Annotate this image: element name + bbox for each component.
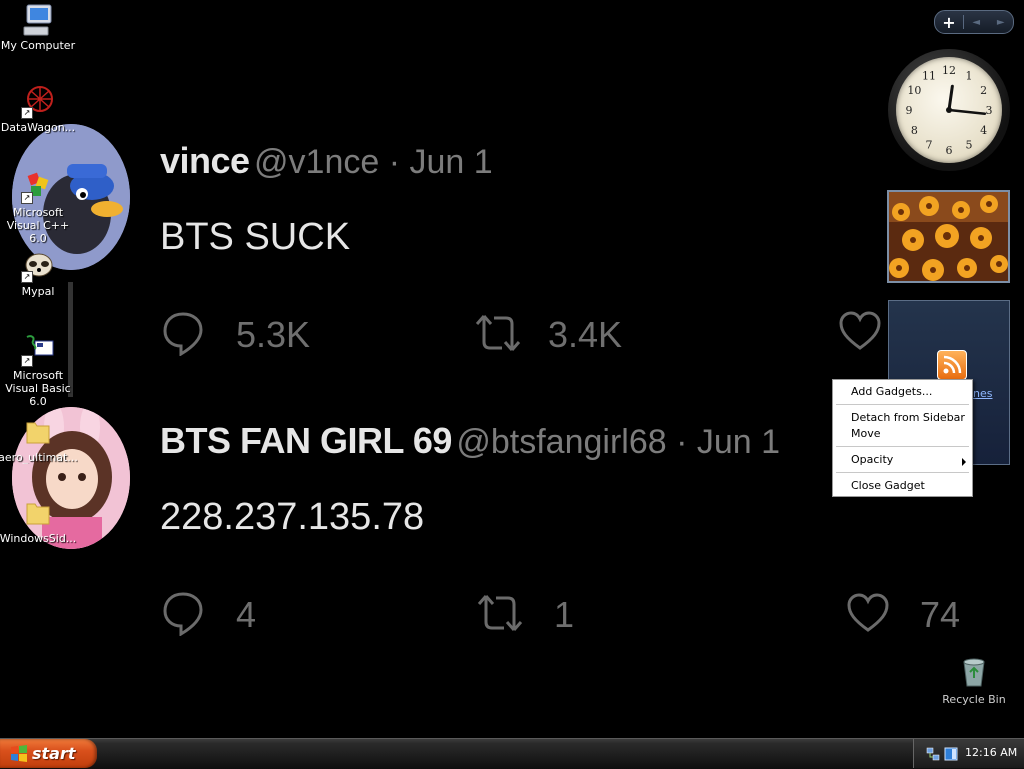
sidebar-tray-icon[interactable] (944, 746, 958, 761)
desktop-icon-label: Mypal (21, 285, 55, 298)
folder-icon (21, 415, 55, 449)
desktop-icon-label: aero_ultimat... (0, 451, 78, 464)
clock-gadget[interactable]: 1 2 3 4 5 6 7 8 9 10 11 12 (888, 49, 1010, 171)
clock-numeral: 7 (926, 139, 933, 152)
reply-count: 4 (236, 594, 257, 635)
menu-item-add-gadgets[interactable]: Add Gadgets... (851, 384, 932, 400)
menu-separator (836, 404, 969, 405)
gadget-context-menu: Add Gadgets... Detach from Sidebar Move … (832, 379, 973, 497)
slideshow-photo (889, 192, 1008, 281)
datawagon-icon: ↗ (21, 85, 55, 119)
desktop-icon-label: Microsoft Visual C++ 6.0 (6, 206, 70, 245)
like-icon (847, 593, 889, 632)
next-page-button[interactable]: ► (997, 17, 1005, 28)
menu-separator (836, 472, 969, 473)
desktop-icon-mypal[interactable]: ↗ Mypal (0, 249, 78, 298)
shortcut-arrow-icon: ↗ (21, 192, 33, 204)
windows-logo-icon (10, 744, 28, 763)
clock-numeral: 1 (966, 69, 973, 82)
tweet-body: 228.237.135.78 (160, 496, 425, 538)
clock-face: 1 2 3 4 5 6 7 8 9 10 11 12 (896, 57, 1002, 163)
desktop-icon-visual-cpp[interactable]: ↗ Microsoft Visual C++ 6.0 (0, 170, 78, 245)
tweet-author-name: BTS FAN GIRL 69 (160, 420, 452, 461)
desktop-icon-datawagon[interactable]: ↗ DataWagon... (0, 85, 78, 134)
tweet-author-name: vince (160, 140, 250, 181)
reply-count: 5.3K (236, 314, 311, 355)
taskbar-clock[interactable]: 12:16 AM (965, 746, 1017, 759)
retweet-icon (477, 595, 523, 631)
shortcut-arrow-icon: ↗ (21, 355, 33, 367)
retweet-icon (475, 315, 521, 351)
like-icon (839, 311, 881, 350)
desktop-icon-label: Recycle Bin (942, 693, 1006, 706)
clock-dial: 1234567891011 12 (906, 64, 993, 157)
recycle-bin-icon (958, 656, 990, 688)
reply-icon (163, 592, 203, 636)
like-count: 74 (920, 594, 961, 635)
clock-hour-hand (947, 84, 954, 112)
desktop-icon-label: WindowsSid... (0, 532, 77, 545)
previous-page-button[interactable]: ◄ (972, 17, 980, 28)
system-tray: 12:16 AM (913, 739, 1024, 768)
menu-item-detach-from-sidebar[interactable]: Detach from Sidebar (851, 410, 965, 426)
desktop-icon-my-computer[interactable]: My Computer (0, 3, 78, 52)
tweet-handle-date: @v1nce · Jun 1 (254, 143, 493, 181)
tweet-handle-date: @btsfangirl68 · Jun 1 (456, 423, 781, 461)
clock-numeral: 6 (946, 144, 953, 157)
computer-icon (21, 3, 55, 37)
desktop-icon-visual-basic[interactable]: ↗ Microsoft Visual Basic 6.0 (0, 333, 78, 408)
tweet-body: BTS SUCK (160, 216, 351, 258)
taskbar (0, 738, 1024, 769)
tweet-header: BTS FAN GIRL 69 @btsfangirl68 · Jun 1 (160, 420, 780, 462)
desktop-icon-label: My Computer (0, 39, 76, 52)
mypal-icon: ↗ (21, 249, 55, 283)
clock-numeral: 3 (986, 104, 993, 117)
desktop-icon-label: Microsoft Visual Basic 6.0 (5, 369, 71, 408)
retweet-count: 1 (554, 594, 575, 635)
clock-numeral: 12 (942, 64, 956, 77)
shortcut-arrow-icon: ↗ (21, 271, 33, 283)
network-icon[interactable] (926, 746, 940, 761)
submenu-arrow-icon (962, 458, 966, 466)
slideshow-gadget[interactable] (887, 190, 1010, 283)
clock-center-pin (946, 107, 952, 113)
retweet-count: 3.4K (548, 314, 623, 355)
desktop-icon-recycle-bin[interactable]: Recycle Bin (938, 656, 1010, 707)
menu-separator (836, 446, 969, 447)
reply-icon (163, 312, 203, 356)
clock-numeral: 4 (980, 124, 987, 137)
clock-minute-hand (947, 108, 987, 116)
start-button[interactable]: start (0, 739, 97, 768)
visual-cpp-icon: ↗ (21, 170, 55, 204)
desktop-icon-label: DataWagon... (0, 121, 76, 134)
sidebar-page-nav: ◄ ► (964, 17, 1013, 28)
clock-numeral: 5 (966, 139, 973, 152)
view-headlines-link[interactable]: nes (973, 387, 992, 400)
visual-basic-icon: ↗ (21, 333, 55, 367)
menu-item-close-gadget[interactable]: Close Gadget (851, 478, 925, 494)
sidebar-control-bar: + ◄ ► (934, 10, 1014, 34)
rss-icon (937, 350, 967, 380)
add-gadget-button[interactable]: + (935, 13, 963, 32)
clock-numeral: 2 (980, 84, 987, 97)
desktop-icon-aero-ultimate[interactable]: aero_ultimat... (0, 415, 78, 464)
clock-numeral: 10 (907, 84, 921, 97)
tweet-header: vince @v1nce · Jun 1 (160, 140, 493, 182)
desktop-icon-windows-sidebar[interactable]: WindowsSid... (0, 496, 78, 545)
clock-numeral: 8 (911, 124, 918, 137)
clock-numeral: 11 (922, 69, 936, 82)
menu-item-opacity[interactable]: Opacity (851, 452, 893, 468)
menu-item-move[interactable]: Move (851, 426, 881, 442)
shortcut-arrow-icon: ↗ (21, 107, 33, 119)
clock-numeral: 9 (906, 104, 913, 117)
start-label: start (32, 744, 76, 763)
folder-icon (21, 496, 55, 530)
